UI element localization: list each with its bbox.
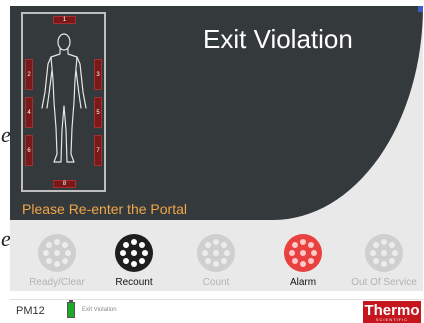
sensor-1: 1 (53, 16, 76, 24)
dial-dot (220, 257, 227, 264)
dial-dot (292, 242, 299, 249)
portal-diagram: 1 2 3 4 5 6 7 8 (21, 12, 106, 192)
sensor-5: 5 (94, 97, 102, 128)
dial-dot (202, 250, 208, 256)
dial-dot (46, 242, 53, 249)
dial-dot (381, 261, 387, 267)
dial-dot (307, 242, 314, 249)
alarm-button[interactable]: Alarm (263, 234, 343, 291)
sensor-6: 6 (25, 135, 33, 166)
dial-icon (197, 234, 235, 272)
dial-dot (289, 250, 295, 256)
display-panel: 1 2 3 4 5 6 7 8 Exit Violation Please Re… (10, 6, 423, 220)
dial-dot (43, 250, 49, 256)
dial-dot (307, 257, 314, 264)
dial-dot (131, 239, 137, 245)
count-button[interactable]: Count (176, 234, 256, 291)
count-label: Count (202, 277, 230, 288)
alarm-title: Exit Violation (203, 24, 353, 54)
sensor-2: 2 (25, 59, 33, 90)
dial-dot (138, 257, 145, 264)
dial-dot (46, 257, 53, 264)
dial-dot (213, 261, 219, 267)
brand-subtitle: SCIENTIFIC (375, 316, 409, 322)
recount-button[interactable]: Recount (94, 234, 174, 291)
dial-dot (292, 257, 299, 264)
dial-dot (120, 250, 126, 256)
dial-dot (300, 239, 306, 245)
dial-icon (115, 234, 153, 272)
dial-dot (220, 242, 227, 249)
dial-dot (381, 250, 387, 256)
battery-icon (67, 302, 75, 318)
dial-dot (388, 257, 395, 264)
dial-dot (311, 250, 317, 256)
status-bar: PM12 Exit Violation Thermo SCIENTIFIC (10, 299, 423, 323)
dial-dot (205, 242, 212, 249)
sensor-7: 7 (94, 135, 102, 166)
brand-logo: Thermo SCIENTIFIC (363, 301, 421, 323)
dial-dot (224, 250, 230, 256)
dial-dot (213, 239, 219, 245)
dial-dot (54, 239, 60, 245)
instruction-message: Please Re-enter the Portal (22, 201, 187, 217)
corner-indicator (418, 6, 423, 12)
dial-dot (54, 261, 60, 267)
dial-dot (131, 250, 137, 256)
out-of-service-button[interactable]: Out Of Service (344, 234, 423, 291)
dial-dot (54, 250, 60, 256)
dial-dot (61, 242, 68, 249)
dial-dot (142, 250, 148, 256)
dial-dot (61, 257, 68, 264)
human-figure-icon (41, 33, 87, 163)
dial-dot (300, 250, 306, 256)
dial-dot (138, 242, 145, 249)
control-buttons: Ready/Clear Recount Count Alarm Out Of S… (10, 234, 423, 291)
device-id: PM12 (16, 305, 45, 317)
status-text: Exit Violation (82, 307, 117, 313)
out-of-service-label: Out Of Service (351, 277, 417, 288)
ready-clear-label: Ready/Clear (29, 277, 85, 288)
dial-dot (373, 242, 380, 249)
dial-dot (213, 250, 219, 256)
dial-icon (38, 234, 76, 272)
portal-monitor-screen: 1 2 3 4 5 6 7 8 Exit Violation Please Re… (10, 6, 423, 291)
dial-dot (370, 250, 376, 256)
ready-clear-button[interactable]: Ready/Clear (17, 234, 97, 291)
dial-dot (205, 257, 212, 264)
dial-dot (123, 257, 130, 264)
dial-icon (365, 234, 403, 272)
dial-dot (373, 257, 380, 264)
dial-dot (65, 250, 71, 256)
alarm-label: Alarm (289, 277, 317, 288)
dial-dot (392, 250, 398, 256)
dial-dot (123, 242, 130, 249)
sensor-3: 3 (94, 59, 102, 90)
recount-label: Recount (115, 277, 153, 288)
sensor-4: 4 (25, 97, 33, 128)
dial-dot (388, 242, 395, 249)
dial-dot (131, 261, 137, 267)
dial-dot (300, 261, 306, 267)
sensor-8: 8 (53, 180, 76, 188)
brand-name: Thermo (364, 301, 420, 319)
dial-icon (284, 234, 322, 272)
dial-dot (381, 239, 387, 245)
